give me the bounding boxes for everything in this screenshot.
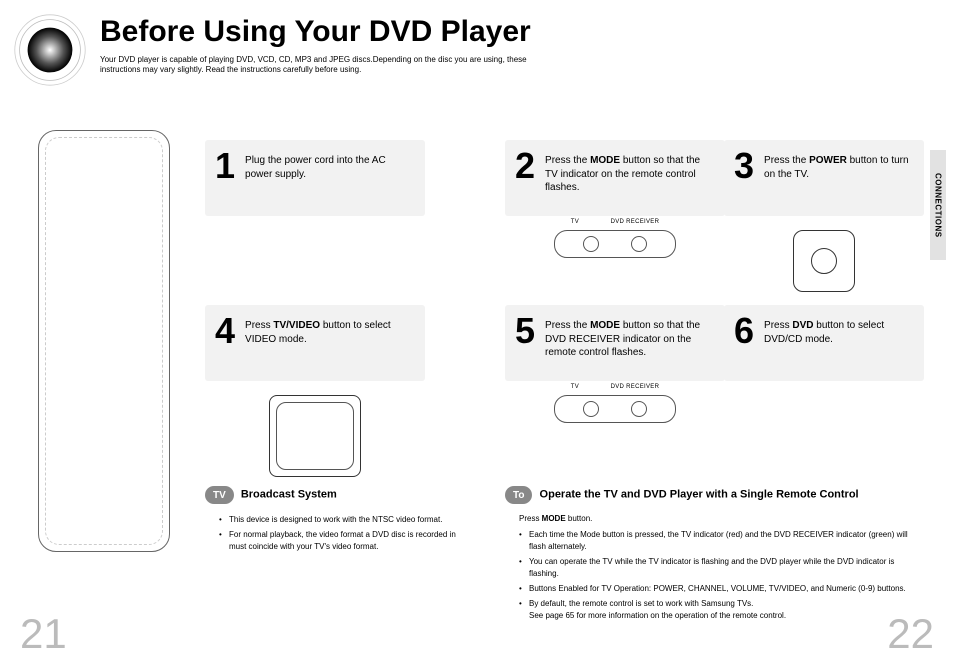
- step-text: Press the MODE button so that the DVD RE…: [545, 313, 715, 360]
- tv-screen-illustration: [205, 395, 425, 477]
- list-item: Buttons Enabled for TV Operation: POWER,…: [519, 583, 925, 595]
- bullet-list: Each time the Mode button is pressed, th…: [519, 529, 925, 622]
- step-number: 2: [515, 148, 535, 184]
- step-2: 2 Press the MODE button so that the TV i…: [505, 140, 725, 258]
- step-1: 1 Plug the power cord into the AC power …: [205, 140, 425, 216]
- list-item: You can operate the TV while the TV indi…: [519, 556, 925, 580]
- power-press-illustration: [724, 230, 924, 292]
- page-number-left: 21: [20, 610, 67, 658]
- step-text: Press the MODE button so that the TV ind…: [545, 148, 715, 195]
- list-item: This device is designed to work with the…: [219, 514, 475, 526]
- chip-tv: TV: [205, 486, 234, 504]
- tv-icon: [269, 395, 361, 477]
- chip-to: To: [505, 486, 532, 504]
- step-4: 4 Press TV/VIDEO button to select VIDEO …: [205, 305, 425, 477]
- remote-illustration: [38, 130, 170, 552]
- step-text: Plug the power cord into the AC power su…: [245, 148, 415, 181]
- mode-indicator-illustration: TVDVD RECEIVER: [505, 230, 725, 258]
- step-5: 5 Press the MODE button so that the DVD …: [505, 305, 725, 423]
- page-number-right: 22: [887, 610, 934, 658]
- section-heading: To Operate the TV and DVD Player with a …: [505, 486, 925, 504]
- step-text: Press the POWER button to turn on the TV…: [764, 148, 914, 181]
- step-number: 1: [215, 148, 235, 184]
- single-remote-section: To Operate the TV and DVD Player with a …: [505, 486, 925, 625]
- page-title: Before Using Your DVD Player: [100, 15, 924, 49]
- step-number: 5: [515, 313, 535, 349]
- section-tab: CONNECTIONS: [930, 150, 946, 260]
- list-item: For normal playback, the video format a …: [219, 529, 475, 553]
- press-instruction: Press MODE button.: [519, 514, 925, 523]
- tv-broadcast-section: TV Broadcast System This device is desig…: [205, 486, 475, 556]
- list-item: Each time the Mode button is pressed, th…: [519, 529, 925, 553]
- step-number: 6: [734, 313, 754, 349]
- step-text: Press DVD button to select DVD/CD mode.: [764, 313, 914, 346]
- step-6: 6 Press DVD button to select DVD/CD mode…: [724, 305, 924, 381]
- step-3: 3 Press the POWER button to turn on the …: [724, 140, 924, 292]
- bullet-list: This device is designed to work with the…: [219, 514, 475, 553]
- list-item: By default, the remote control is set to…: [519, 598, 925, 622]
- step-text: Press TV/VIDEO button to select VIDEO mo…: [245, 313, 415, 346]
- hand-icon: [793, 230, 855, 292]
- step-number: 4: [215, 313, 235, 349]
- page-subtitle: Your DVD player is capable of playing DV…: [100, 55, 540, 76]
- mode-indicator-illustration: TVDVD RECEIVER: [505, 395, 725, 423]
- section-tab-label: CONNECTIONS: [934, 173, 943, 238]
- header: Before Using Your DVD Player Your DVD pl…: [70, 15, 924, 76]
- step-number: 3: [734, 148, 754, 184]
- manual-page: Before Using Your DVD Player Your DVD pl…: [0, 0, 954, 666]
- section-heading: TV Broadcast System: [205, 486, 475, 504]
